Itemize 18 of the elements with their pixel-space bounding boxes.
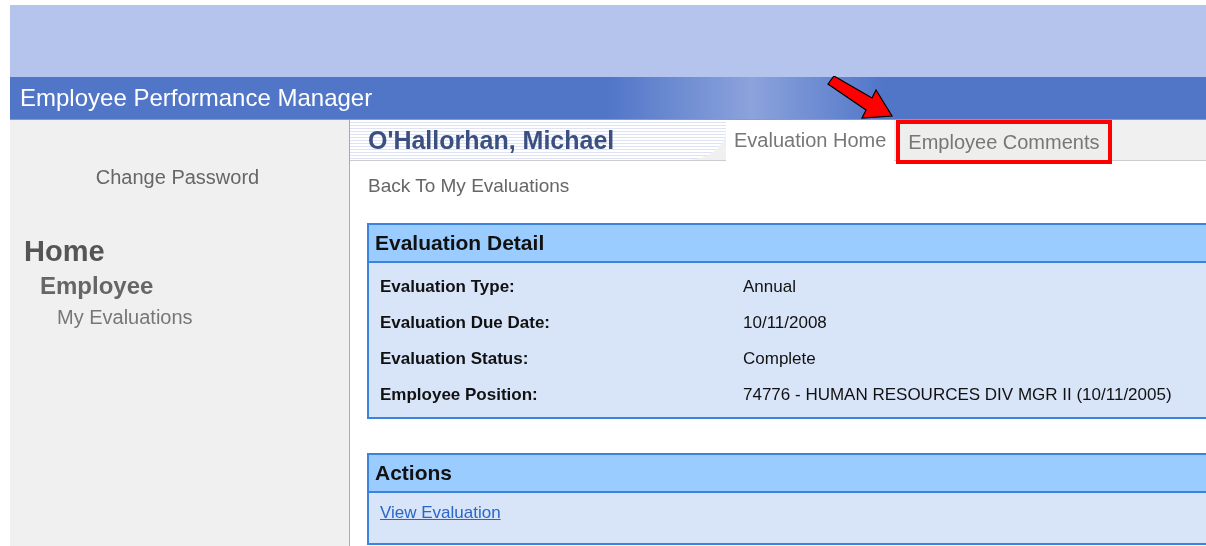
field-label: Evaluation Due Date: [380,313,552,333]
nav-item[interactable]: My Evaluations [57,306,349,329]
employee-name: O'Hallorhan, Michael [368,125,615,155]
tab[interactable]: Evaluation Home [726,120,895,161]
panel-title: Actions [375,461,452,485]
panel-title: Evaluation Detail [375,231,545,255]
field-value: 74776 - HUMAN RESOURCES DIV MGR II (10/11/2005) [743,385,1172,405]
field-label: Evaluation Status: [380,349,530,369]
field-value: Complete [743,349,816,369]
back-link[interactable]: Back To My Evaluations [368,175,1206,197]
change-password-link[interactable]: Change Password [95,166,260,189]
field-label: Evaluation Type: [380,277,516,297]
field-value: 10/11/2008 [743,313,827,333]
app-title: Employee Performance Manager [20,84,373,112]
field-label: Employee Position: [380,385,539,405]
field-value: Annual [743,277,796,297]
nav-item[interactable]: Employee [40,272,349,300]
nav-item[interactable]: Home [24,235,349,268]
